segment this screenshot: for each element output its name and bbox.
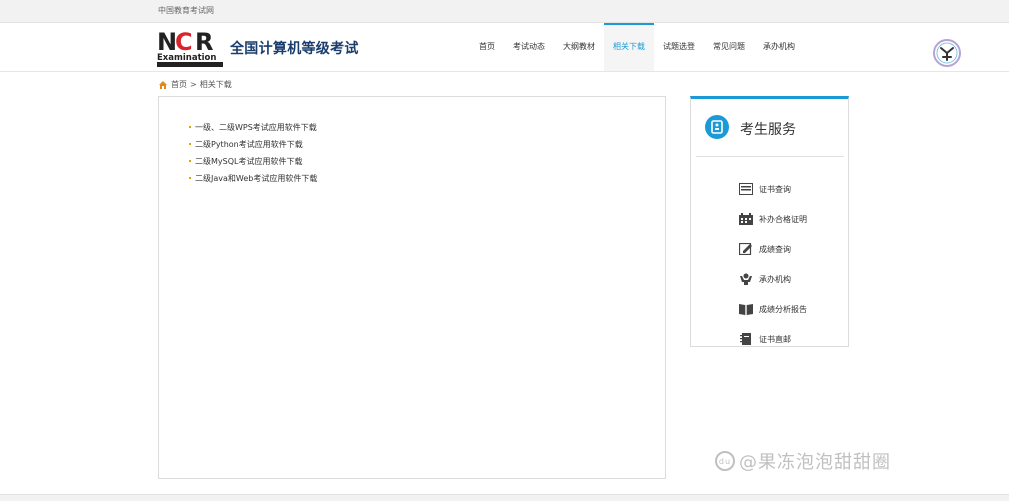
nav-item[interactable]: 大纲教材 [554,23,604,71]
download-item[interactable]: 二级Python考试应用软件下载 [189,136,317,153]
download-list: 一级、二级WPS考试应用软件下载 二级Python考试应用软件下载 二级MySQ… [189,119,317,187]
service-label[interactable]: 补办合格证明 [759,214,807,225]
watermark: du @果冻泡泡甜甜圈 [715,448,891,474]
nav-item[interactable]: 首页 [470,23,504,71]
service-sidebar: 考生服务 证书查询 补办合格证明 成绩查询 承办机构 成绩分析报告 证书直邮 [690,96,849,347]
bullet-icon [189,160,191,162]
corner-badge-icon[interactable] [932,38,962,68]
certificate-icon [739,183,753,195]
service-item-reissue[interactable]: 补办合格证明 [739,204,839,234]
download-link[interactable]: 二级Java和Web考试应用软件下载 [195,174,317,183]
bullet-icon [189,126,191,128]
service-item-score[interactable]: 成绩查询 [738,234,839,264]
organization-icon [739,273,753,285]
site-title: 全国计算机等级考试 [230,41,359,57]
bullet-icon [189,177,191,179]
nav-item[interactable]: 常见问题 [704,23,754,71]
svg-text:R: R [195,29,213,56]
service-label[interactable]: 承办机构 [759,274,791,285]
svg-text:C: C [175,29,193,56]
service-label[interactable]: 成绩查询 [759,244,791,255]
breadcrumb: 首页 > 相关下载 [158,79,232,90]
nav-item[interactable]: 相关下载 [604,23,654,71]
watermark-logo-icon: du [715,451,735,471]
service-item-organization[interactable]: 承办机构 [739,264,839,294]
service-title: 考生服务 [740,122,796,138]
ncre-logo[interactable]: N C R Examination [157,28,225,67]
download-panel: 一级、二级WPS考试应用软件下载 二级Python考试应用软件下载 二级MySQ… [158,96,666,479]
service-list: 证书查询 补办合格证明 成绩查询 承办机构 成绩分析报告 证书直邮 [738,174,839,354]
nav-item[interactable]: 试题选登 [654,23,704,71]
download-item[interactable]: 一级、二级WPS考试应用软件下载 [189,119,317,136]
notebook-icon [739,333,753,345]
service-label[interactable]: 成绩分析报告 [759,304,807,315]
service-id-icon [704,114,730,140]
watermark-text: @果冻泡泡甜甜圈 [739,452,891,473]
site-name[interactable]: 中国教育考试网 [158,5,214,16]
service-header: 考生服务 [696,109,844,157]
calendar-icon [739,213,753,225]
breadcrumb-separator: > [190,80,197,89]
nav-item[interactable]: 考试动态 [504,23,554,71]
edit-icon [738,242,753,256]
download-item[interactable]: 二级MySQL考试应用软件下载 [189,153,317,170]
download-link[interactable]: 二级Python考试应用软件下载 [195,140,303,149]
breadcrumb-home[interactable]: 首页 [171,79,187,90]
header: N C R Examination 全国计算机等级考试 首页 考试动态 大纲教材 相关… [0,23,1009,72]
download-link[interactable]: 二级MySQL考试应用软件下载 [195,157,302,166]
bullet-icon [189,143,191,145]
service-item-certificate[interactable]: 证书查询 [739,174,839,204]
service-item-mail[interactable]: 证书直邮 [739,324,839,354]
book-icon [739,303,753,315]
service-item-report[interactable]: 成绩分析报告 [739,294,839,324]
download-link[interactable]: 一级、二级WPS考试应用软件下载 [195,123,317,132]
service-label[interactable]: 证书直邮 [759,334,791,345]
breadcrumb-current: 相关下载 [199,80,232,89]
svg-text:Examination: Examination [157,53,216,63]
main-nav: 首页 考试动态 大纲教材 相关下载 试题选登 常见问题 承办机构 [470,23,804,71]
service-label[interactable]: 证书查询 [759,184,791,195]
home-icon[interactable] [158,80,168,90]
nav-item[interactable]: 承办机构 [754,23,804,71]
top-bar: 中国教育考试网 [0,0,1009,23]
download-item[interactable]: 二级Java和Web考试应用软件下载 [189,170,317,187]
